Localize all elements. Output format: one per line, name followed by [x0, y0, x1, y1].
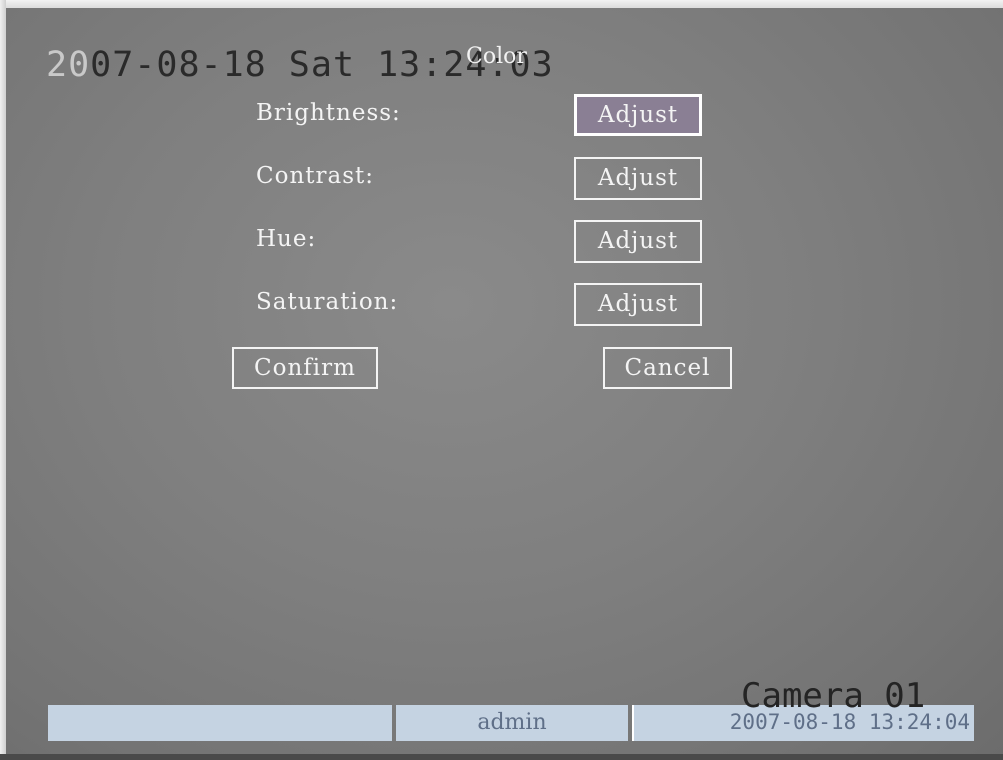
status-user: admin — [396, 705, 628, 741]
status-cell-left — [48, 705, 392, 741]
hue-label: Hue: — [256, 226, 317, 252]
confirm-button[interactable]: Confirm — [232, 347, 378, 389]
monitor-bottom-edge — [0, 754, 1003, 760]
menu-title: Color — [466, 44, 527, 69]
saturation-label: Saturation: — [256, 289, 399, 315]
camera-name-label: Camera 01 — [741, 676, 926, 716]
monitor-top-edge — [0, 0, 1003, 8]
contrast-label: Contrast: — [256, 163, 375, 189]
monitor-left-edge — [0, 0, 6, 760]
cancel-button[interactable]: Cancel — [603, 347, 732, 389]
osd-datetime-faded: 20 — [46, 45, 91, 85]
brightness-label: Brightness: — [256, 100, 401, 126]
brightness-adjust-button[interactable]: Adjust — [574, 94, 702, 136]
dvr-osd-screen: 2007-08-18 Sat 13:24:03 Color Brightness… — [0, 0, 1003, 760]
saturation-adjust-button[interactable]: Adjust — [574, 283, 702, 326]
hue-adjust-button[interactable]: Adjust — [574, 220, 702, 263]
contrast-adjust-button[interactable]: Adjust — [574, 157, 702, 200]
